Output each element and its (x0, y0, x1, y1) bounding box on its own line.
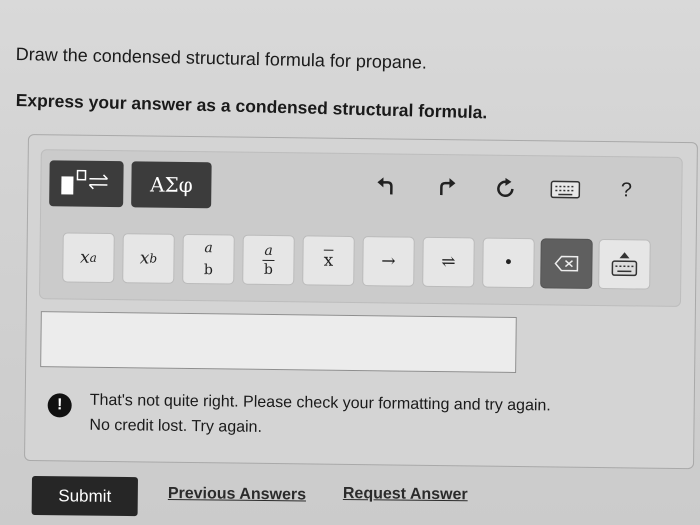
help-button[interactable]: ? (611, 175, 641, 205)
dot-key[interactable]: • (482, 237, 535, 289)
overbar-fraction-den: b (263, 261, 273, 278)
superscript-exp: a (89, 250, 97, 265)
keyboard-toggle-key[interactable] (598, 238, 651, 290)
redo-button[interactable] (431, 173, 461, 203)
subscript-key[interactable]: xb (122, 233, 175, 284)
question-instruction: Express your answer as a condensed struc… (15, 90, 488, 123)
fraction-key[interactable]: a b (182, 233, 235, 285)
superscript-base: x (79, 247, 90, 268)
overline-label: x (323, 250, 334, 271)
greek-symbols-button[interactable]: ΑΣφ (131, 161, 212, 209)
answer-panel: ΑΣφ ? x a x b a b a b x → ⇌ • ! That's n… (24, 134, 698, 470)
templates-button[interactable] (49, 160, 124, 208)
undo-button[interactable] (371, 172, 401, 202)
fraction-den: b (203, 262, 213, 279)
fraction-num: a (204, 240, 213, 257)
equilibrium-key[interactable]: ⇌ (422, 236, 475, 288)
redo-icon (440, 178, 456, 196)
feedback-message: That's not quite right. Please check you… (89, 391, 551, 415)
reset-button[interactable] (491, 174, 521, 204)
feedback-subtext: No credit lost. Try again. (89, 416, 263, 436)
equation-toolbar: ΑΣφ ? x a x b a b a b x → ⇌ • (38, 149, 683, 307)
superscript-key[interactable]: xa (62, 232, 115, 284)
keyboard-shortcuts-button[interactable] (547, 174, 583, 204)
question-prompt: Draw the condensed structural formula fo… (15, 44, 428, 73)
reset-icon (497, 177, 514, 198)
keyboard-toggle-icon (611, 252, 638, 277)
arrow-key[interactable]: → (362, 236, 415, 287)
delete-key[interactable] (540, 238, 593, 289)
backspace-icon (554, 255, 579, 272)
answer-input[interactable] (40, 311, 517, 373)
subscript-idx: b (149, 251, 158, 266)
overbar-fraction-num: a (264, 242, 273, 259)
overline-key[interactable]: x (302, 235, 355, 286)
previous-answers-link[interactable]: Previous Answers (168, 485, 306, 504)
templates-icon (61, 169, 108, 195)
alert-icon: ! (47, 393, 72, 418)
request-answer-link[interactable]: Request Answer (343, 485, 468, 504)
overbar-fraction-key[interactable]: a b (242, 234, 295, 286)
undo-icon (377, 177, 393, 195)
submit-button[interactable]: Submit (31, 476, 138, 517)
subscript-base: x (139, 248, 150, 269)
keyboard-icon (550, 180, 581, 199)
